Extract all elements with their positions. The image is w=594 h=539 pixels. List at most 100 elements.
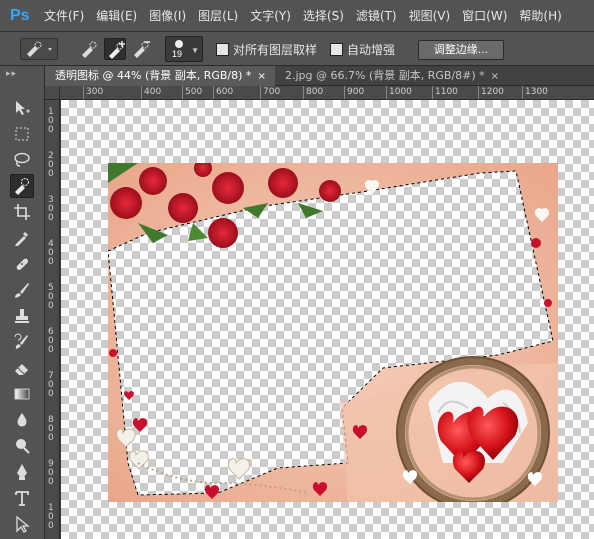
ruler-label: 600 [216,87,234,97]
ruler-label: 1000 [389,87,412,97]
marquee-icon [15,127,29,141]
ruler-label: 700 [263,87,281,97]
menu-filter[interactable]: 滤镜(T) [356,7,397,24]
tool-eyedropper[interactable] [10,226,34,250]
blur-icon [17,413,27,427]
chevron-down-icon: ▼ [191,46,199,55]
tools-panel: ▸▸ [0,66,45,539]
menu-edit[interactable]: 编辑(E) [96,7,137,24]
tool-quick-selection[interactable] [10,174,34,198]
photoshop-logo: Ps [10,6,30,24]
brush-new-icon [82,41,97,58]
tool-path-selection[interactable] [10,512,34,536]
menu-file[interactable]: 文件(F) [44,7,84,24]
eraser-icon [15,364,28,375]
auto-enhance-checkbox[interactable] [330,43,343,56]
clone-stamp-icon [15,309,29,323]
tool-dodge[interactable] [10,434,34,458]
brush-size-picker[interactable]: 19 ▼ [165,36,203,62]
ruler-tick [432,86,433,99]
ruler-tick [522,86,523,99]
document-tabs: 透明图标 @ 44% (背景 副本, RGB/8) * × 2.jpg @ 66.… [45,66,594,86]
tool-history-brush[interactable] [10,330,34,354]
tool-gradient[interactable] [10,382,34,406]
ruler-label: 300 [86,87,104,97]
tool-crop[interactable] [10,200,34,224]
tool-eraser[interactable] [10,356,34,380]
subtract-from-selection-button[interactable] [130,38,152,60]
menu-help[interactable]: 帮助(H) [519,7,561,24]
menu-view[interactable]: 视图(V) [409,7,451,24]
pen-icon [17,464,27,480]
ruler-tick [478,86,479,99]
brush-subtract-icon [134,41,150,58]
tool-pen[interactable] [10,460,34,484]
lasso-icon [14,152,30,167]
tool-brush[interactable] [10,278,34,302]
ruler-tick [141,86,142,99]
menu-bar: Ps 文件(F) 编辑(E) 图像(I) 图层(L) 文字(Y) 选择(S) 滤… [0,0,594,32]
tool-lasso[interactable] [10,148,34,172]
ruler-tick [344,86,345,99]
close-icon[interactable]: × [491,71,499,82]
tab-title: 透明图标 @ 44% (背景 副本, RGB/8) * [55,69,252,82]
horizontal-ruler[interactable]: 300 400 500 600 700 800 900 1000 1100 12… [60,86,594,100]
brush-tip-icon [175,40,183,48]
document-canvas[interactable] [61,100,594,539]
ruler-tick [213,86,214,99]
ruler-label: 700 [48,371,54,399]
ruler-label: 100 [48,503,54,531]
ruler-origin[interactable] [45,86,60,100]
quick-selection-icon [15,178,29,195]
ruler-label: 100 [48,107,54,135]
tool-type[interactable] [10,486,34,510]
quick-selection-icon [27,41,52,57]
type-icon [15,491,29,506]
menu-layer[interactable]: 图层(L) [198,7,238,24]
options-bar: 19 ▼ 对所有图层取样 自动增强 调整边缘... [0,32,594,66]
tab-document-2[interactable]: 2.jpg @ 66.7% (背景 副本, RGB/8#) * × [275,66,545,86]
ruler-label: 200 [48,151,54,179]
refine-edge-button[interactable]: 调整边缘... [418,40,504,60]
tab-title: 2.jpg @ 66.7% (背景 副本, RGB/8#) * [285,69,485,82]
tool-preset-picker[interactable] [20,38,58,60]
move-icon [16,101,30,115]
brush-icon [15,283,29,298]
healing-brush-icon [16,258,29,271]
sample-all-layers-checkbox[interactable] [216,43,229,56]
menu-image[interactable]: 图像(I) [149,7,186,24]
tab-document-1[interactable]: 透明图标 @ 44% (背景 副本, RGB/8) * × [45,66,275,86]
ruler-label: 900 [347,87,365,97]
crop-icon [14,204,30,220]
ruler-tick [182,86,183,99]
brush-add-icon [109,41,125,59]
menu-window[interactable]: 窗口(W) [462,7,507,24]
ruler-label: 1100 [435,87,458,97]
ruler-label: 1300 [525,87,548,97]
ruler-label: 600 [48,327,54,355]
close-icon[interactable]: × [257,71,265,82]
ruler-label: 800 [306,87,324,97]
ruler-label: 1200 [481,87,504,97]
new-selection-button[interactable] [78,38,100,60]
tool-move[interactable] [10,96,34,120]
ruler-label: 400 [144,87,162,97]
tool-healing-brush[interactable] [10,252,34,276]
eyedropper-icon [15,232,28,246]
menu-type[interactable]: 文字(Y) [250,7,291,24]
ruler-label: 500 [48,283,54,311]
menu-select[interactable]: 选择(S) [303,7,344,24]
gradient-icon [14,388,30,400]
ruler-label: 500 [185,87,203,97]
ruler-tick [260,86,261,99]
tool-clone-stamp[interactable] [10,304,34,328]
add-to-selection-button[interactable] [104,38,126,60]
path-selection-icon [16,515,30,533]
vertical-ruler[interactable]: 100 200 300 400 500 600 700 800 900 100 [45,100,60,539]
ruler-label: 900 [48,459,54,487]
tool-blur[interactable] [10,408,34,432]
tool-marquee[interactable] [10,122,34,146]
history-brush-icon [14,333,28,349]
brush-size-value: 19 [172,49,183,59]
panel-grip-icon[interactable]: ▸▸ [6,68,17,79]
